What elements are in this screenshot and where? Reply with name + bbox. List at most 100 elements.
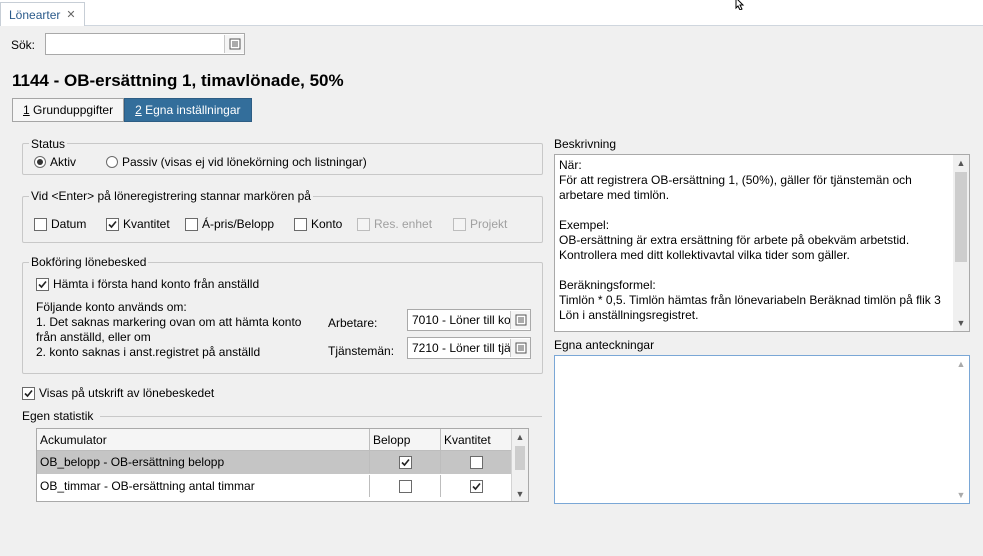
checkbox-box: [357, 217, 370, 231]
description-textbox[interactable]: När: För att registrera OB-ersättning 1,…: [554, 154, 970, 332]
stop-datum-label: Datum: [51, 217, 87, 231]
salaried-account-lookup-button[interactable]: [510, 339, 530, 357]
checkbox-box[interactable]: [469, 455, 483, 469]
stop-datum-checkbox[interactable]: Datum: [34, 217, 86, 231]
document-tab-title: Lönearter: [9, 7, 61, 22]
stop-kvantitet-label: Kvantitet: [123, 217, 170, 231]
tab-grunduppgifter-label: Grunduppgifter: [33, 103, 114, 117]
row-kvantitet-cell[interactable]: [441, 475, 512, 497]
salaried-account-label: Tjänstemän:: [328, 344, 395, 358]
radio-indicator: [34, 156, 46, 168]
chevron-down-icon[interactable]: ▼: [953, 490, 969, 500]
table-row[interactable]: OB_timmar - OB-ersättning antal timmar: [37, 475, 512, 498]
description-scrollbar[interactable]: ▲ ▼: [953, 155, 969, 331]
page-title: 1144 - OB-ersättning 1, timavlönade, 50%: [12, 71, 344, 90]
search-lookup-button[interactable]: [224, 35, 244, 53]
stop-konto-label: Konto: [311, 217, 343, 231]
worker-account-field[interactable]: 7010 - Löner till kollektivanställda: [407, 309, 531, 331]
checkbox-box: [453, 217, 466, 231]
close-icon[interactable]: ✕: [66, 8, 75, 21]
stop-konto-checkbox[interactable]: Konto: [294, 217, 342, 231]
grid-scrollbar[interactable]: ▲ ▼: [511, 429, 528, 501]
worker-account-label: Arbetare:: [328, 316, 378, 330]
checkbox-box: [106, 217, 119, 231]
worker-account-lookup-button[interactable]: [510, 311, 530, 329]
checkbox-box: [185, 217, 198, 231]
divider: [100, 416, 542, 417]
stop-res-enhet-label: Res. enhet: [374, 217, 433, 231]
column-header-kvantitet[interactable]: Kvantitet: [441, 429, 512, 451]
status-passive-radio[interactable]: Passiv (visas ej vid lönekörning och lis…: [106, 155, 367, 169]
grid-header: Ackumulator Belopp Kvantitet: [37, 429, 512, 451]
tab-egna-installningar-key: 2: [135, 103, 142, 117]
stop-projekt-checkbox: Projekt: [453, 217, 507, 231]
checkbox-box: [22, 386, 35, 400]
stop-apris-checkbox[interactable]: Á-pris/Belopp: [185, 217, 274, 231]
radio-indicator: [106, 156, 118, 168]
column-header-ackumulator[interactable]: Ackumulator: [37, 429, 370, 451]
search-input[interactable]: [46, 34, 222, 54]
list-lookup-icon: [515, 342, 526, 354]
fetch-account-label: Hämta i första hand konto från anställd: [53, 277, 260, 291]
chevron-up-icon[interactable]: ▲: [512, 432, 528, 442]
chevron-down-icon[interactable]: ▼: [953, 318, 969, 328]
bookkeeping-info: Följande konto används om: 1. Det saknas…: [36, 300, 301, 360]
tab-bar: 1 Grunduppgifter 2 Egna inställningar: [12, 98, 252, 122]
show-on-payslip-checkbox[interactable]: Visas på utskrift av lönebeskedet: [22, 386, 214, 400]
checkbox-box: [34, 217, 47, 231]
row-kvantitet-cell[interactable]: [441, 451, 512, 473]
fetch-account-checkbox[interactable]: Hämta i första hand konto från anställd: [36, 277, 259, 291]
statistics-grid[interactable]: Ackumulator Belopp Kvantitet OB_belopp -…: [36, 428, 529, 502]
checkmark-icon: [108, 220, 117, 228]
checkmark-icon: [24, 389, 33, 397]
info-line: från anställd, eller om: [36, 330, 151, 344]
scrollbar-thumb[interactable]: [515, 446, 525, 470]
own-statistics-legend: Egen statistik: [22, 409, 94, 423]
notes-scrollbar[interactable]: ▲ ▼: [953, 356, 969, 503]
notes-textbox[interactable]: ▲ ▼: [554, 355, 970, 504]
checkmark-icon: [400, 458, 410, 466]
bookkeeping-legend: Bokföring lönebesked: [29, 255, 149, 269]
row-accumulator-name: OB_timmar - OB-ersättning antal timmar: [37, 475, 370, 497]
notes-label: Egna anteckningar: [554, 338, 655, 352]
row-belopp-cell[interactable]: [370, 451, 441, 473]
search-label: Sök:: [11, 38, 36, 52]
description-label: Beskrivning: [554, 137, 617, 151]
checkbox-box[interactable]: [398, 455, 412, 469]
checkmark-icon: [471, 482, 481, 490]
stop-res-enhet-checkbox: Res. enhet: [357, 217, 432, 231]
stop-apris-label: Á-pris/Belopp: [202, 217, 275, 231]
mouse-cursor-icon: [735, 0, 745, 10]
row-accumulator-name: OB_belopp - OB-ersättning belopp: [37, 451, 370, 473]
search-field[interactable]: [45, 33, 245, 55]
tab-egna-installningar[interactable]: 2 Egna inställningar: [124, 98, 252, 122]
chevron-down-icon[interactable]: ▼: [512, 489, 528, 499]
chevron-up-icon[interactable]: ▲: [953, 359, 969, 369]
stop-projekt-label: Projekt: [470, 217, 508, 231]
row-belopp-cell[interactable]: [370, 475, 441, 497]
checkbox-box: [294, 217, 307, 231]
table-row[interactable]: OB_belopp - OB-ersättning belopp: [37, 451, 512, 474]
salaried-account-value: 7210 - Löner till tjänstemän: [412, 341, 510, 355]
tab-egna-installningar-label: Egna inställningar: [145, 103, 241, 117]
document-tab[interactable]: Lönearter ✕: [0, 2, 85, 26]
salaried-account-field[interactable]: 7210 - Löner till tjänstemän: [407, 337, 531, 359]
status-active-radio[interactable]: Aktiv: [34, 155, 76, 169]
status-legend: Status: [29, 137, 68, 151]
notes-input[interactable]: [555, 356, 953, 503]
stop-kvantitet-checkbox[interactable]: Kvantitet: [106, 217, 170, 231]
worker-account-value: 7010 - Löner till kollektivanställda: [412, 313, 510, 327]
tab-grunduppgifter-key: 1: [23, 103, 30, 117]
checkbox-box: [36, 277, 49, 291]
checkbox-box[interactable]: [398, 479, 412, 493]
checkbox-box[interactable]: [469, 479, 483, 493]
tab-grunduppgifter[interactable]: 1 Grunduppgifter: [12, 98, 125, 122]
chevron-up-icon[interactable]: ▲: [953, 158, 969, 168]
column-header-belopp[interactable]: Belopp: [370, 429, 441, 451]
scrollbar-thumb[interactable]: [955, 172, 967, 262]
status-passive-label: Passiv (visas ej vid lönekörning och lis…: [122, 155, 367, 169]
info-line: 1. Det saknas markering ovan om att hämt…: [36, 315, 302, 329]
show-on-payslip-label: Visas på utskrift av lönebeskedet: [39, 386, 215, 400]
status-active-label: Aktiv: [50, 155, 77, 169]
description-text: När: För att registrera OB-ersättning 1,…: [559, 158, 941, 322]
